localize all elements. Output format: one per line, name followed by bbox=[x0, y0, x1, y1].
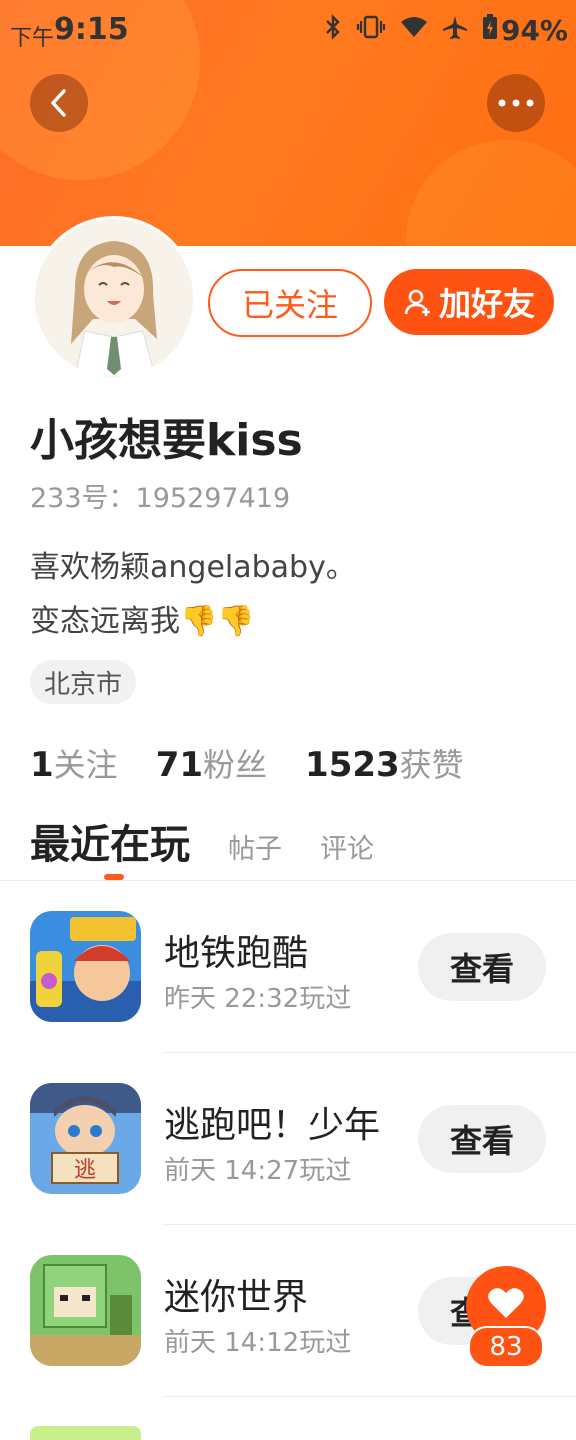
like-count: 83 bbox=[489, 1332, 523, 1362]
tab-comments[interactable]: 评论 bbox=[320, 827, 374, 870]
following-label: 关注 bbox=[53, 746, 118, 784]
back-button[interactable] bbox=[30, 74, 88, 132]
following-stat[interactable]: 1关注 bbox=[30, 740, 118, 786]
game-played-time: 前天 14:12玩过 bbox=[164, 1328, 352, 1358]
add-user-icon bbox=[404, 289, 430, 316]
svg-text:逃: 逃 bbox=[74, 1158, 96, 1183]
bio-line: 喜欢杨颖angelababy。 bbox=[30, 550, 356, 585]
view-button[interactable]: 查看 bbox=[418, 933, 546, 1001]
likes-stat[interactable]: 1523获赞 bbox=[305, 740, 464, 786]
banner-decoration bbox=[406, 140, 576, 246]
tab-recently-played[interactable]: 最近在玩 bbox=[30, 812, 190, 870]
game-played-time: 昨天 22:32玩过 bbox=[164, 984, 352, 1014]
game-icon: 逃 bbox=[30, 1083, 141, 1194]
user-id: 233号：195297419 bbox=[30, 483, 291, 514]
followed-label: 已关注 bbox=[241, 286, 338, 324]
username: 小孩想要kiss bbox=[30, 415, 303, 466]
fans-stat[interactable]: 71粉丝 bbox=[156, 740, 267, 786]
add-friend-label: 加好友 bbox=[438, 285, 535, 323]
list-item[interactable]: 地铁跑酷 昨天 22:32玩过 查看 bbox=[0, 882, 576, 1052]
location-label: 北京市 bbox=[44, 669, 123, 700]
clock: 9:15 bbox=[54, 12, 129, 47]
status-bar: 下午 9:15 94% bbox=[0, 0, 576, 60]
wifi-icon bbox=[400, 16, 428, 44]
divider bbox=[0, 880, 576, 881]
more-options-button[interactable] bbox=[487, 74, 545, 132]
view-label: 查看 bbox=[449, 950, 514, 988]
back-arrow-icon bbox=[51, 89, 66, 117]
like-count-badge: 83 bbox=[468, 1326, 544, 1368]
game-icon bbox=[30, 1255, 141, 1366]
divider bbox=[162, 1396, 576, 1397]
likes-label: 获赞 bbox=[399, 746, 464, 784]
more-dots-icon bbox=[498, 99, 534, 107]
location-tag: 北京市 bbox=[30, 660, 137, 704]
game-played-time: 前天 14:27玩过 bbox=[164, 1156, 352, 1186]
vibrate-icon bbox=[356, 15, 386, 45]
battery-percentage: 94% bbox=[500, 14, 568, 47]
avatar[interactable] bbox=[32, 216, 196, 380]
tab-posts[interactable]: 帖子 bbox=[228, 827, 282, 870]
time-prefix: 下午 bbox=[10, 26, 55, 51]
fans-count: 71 bbox=[155, 745, 204, 785]
game-icon bbox=[30, 1426, 141, 1440]
following-count: 1 bbox=[30, 745, 54, 785]
airplane-icon bbox=[442, 14, 468, 46]
heart-icon bbox=[488, 1288, 524, 1318]
game-icon bbox=[30, 911, 141, 1022]
fans-label: 粉丝 bbox=[203, 746, 268, 784]
followed-button[interactable]: 已关注 bbox=[208, 269, 372, 337]
game-name: 地铁跑酷 bbox=[164, 933, 309, 974]
bluetooth-icon bbox=[324, 14, 342, 46]
list-item[interactable]: 逃 逃跑吧！少年 前天 14:27玩过 查看 bbox=[0, 1054, 576, 1224]
game-name: 迷你世界 bbox=[164, 1277, 309, 1318]
divider bbox=[162, 1224, 576, 1225]
bio-line: 变态远离我👎👎 bbox=[30, 604, 255, 639]
view-button[interactable]: 查看 bbox=[418, 1105, 546, 1173]
profile-tabs: 最近在玩 帖子 评论 bbox=[30, 812, 374, 870]
add-friend-button[interactable]: 加好友 bbox=[384, 269, 554, 335]
game-name: 逃跑吧！少年 bbox=[164, 1105, 381, 1146]
likes-count: 1523 bbox=[305, 745, 400, 785]
battery-icon bbox=[482, 14, 498, 46]
view-label: 查看 bbox=[449, 1122, 514, 1160]
divider bbox=[162, 1052, 576, 1053]
stats-bar: 1关注 71粉丝 1523获赞 bbox=[30, 740, 464, 786]
